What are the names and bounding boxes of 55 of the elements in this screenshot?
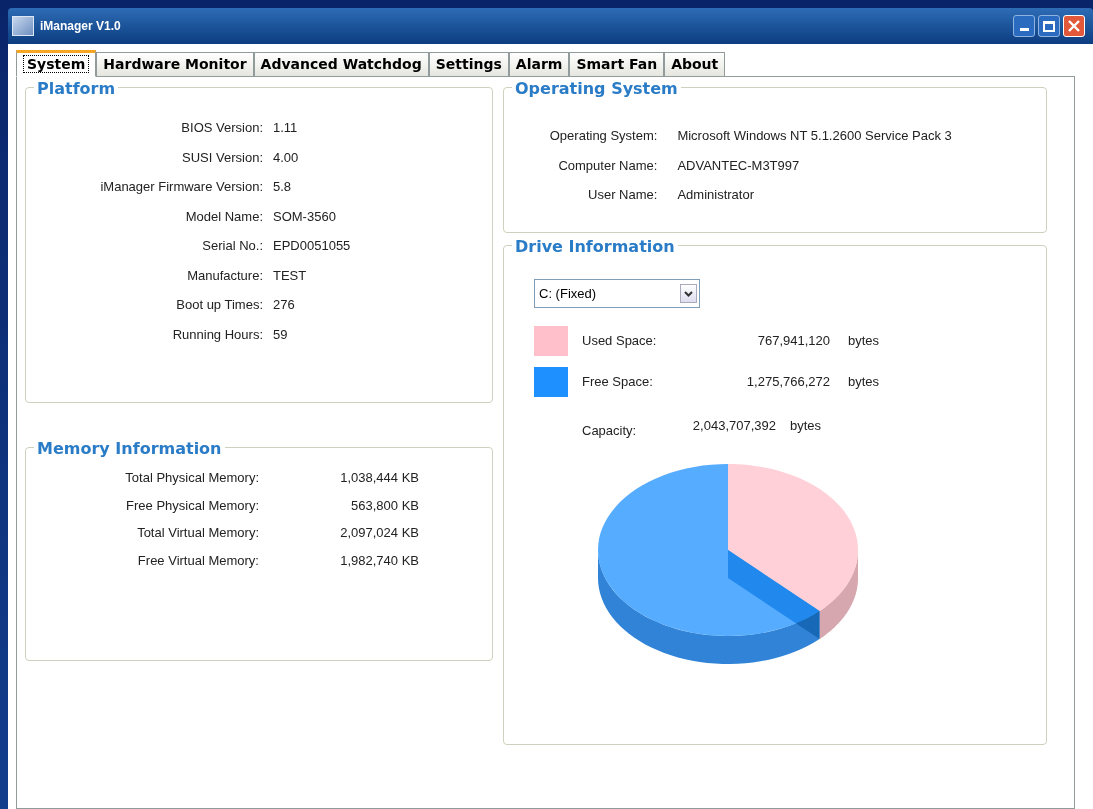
field-value: TEST <box>273 266 308 285</box>
legend-value: 1,275,766,272 <box>745 373 830 392</box>
field-label: SUSI Version: <box>181 148 263 167</box>
close-icon <box>1068 20 1080 32</box>
window-title: iManager V1.0 <box>40 18 121 35</box>
tab[interactable]: About <box>664 52 726 76</box>
unit-label: bytes <box>848 332 880 351</box>
field-label: Total Physical Memory: <box>124 469 259 487</box>
field-label: Total Virtual Memory: <box>136 524 259 542</box>
legend-label: Used Space: <box>582 332 658 351</box>
tab[interactable]: System <box>16 50 97 77</box>
field-value: 5.8 <box>273 178 293 196</box>
minimize-button[interactable] <box>1013 15 1035 37</box>
field-value: 276 <box>273 296 296 314</box>
field-value: SOM-3560 <box>273 207 337 226</box>
tab[interactable]: Smart Fan <box>569 52 665 76</box>
drive-select[interactable]: C: (Fixed) <box>534 279 700 308</box>
unit-label: bytes <box>790 417 822 435</box>
field-value: 1,038,444 KB <box>339 469 419 487</box>
field-label: Boot up Times: <box>175 296 263 314</box>
legend-value: 767,941,120 <box>756 332 830 351</box>
field-label: iManager Firmware Version: <box>99 178 263 196</box>
tab[interactable]: Alarm <box>508 52 570 76</box>
field-value: 563,800 KB <box>350 496 419 515</box>
app-icon <box>12 16 34 36</box>
field-value: 1.11 <box>273 119 299 137</box>
field-label: Model Name: <box>184 207 263 226</box>
field-value: Microsoft Windows NT 5.1.2600 Service Pack 3 <box>677 127 953 145</box>
field-value: ADVANTEC-M3T997 <box>677 156 801 175</box>
tab[interactable]: Advanced Watchdog <box>253 52 429 76</box>
field-value: 2,097,024 KB <box>339 524 419 542</box>
maximize-button[interactable] <box>1038 15 1060 37</box>
field-label: Computer Name: <box>557 156 658 175</box>
field-value: 4.00 <box>273 148 300 167</box>
maximize-icon <box>1043 20 1055 32</box>
field-value: 1,982,740 KB <box>339 551 419 570</box>
field-label: Free Virtual Memory: <box>136 551 259 570</box>
field-value: Administrator <box>677 186 755 204</box>
field-label: Running Hours: <box>171 325 263 344</box>
capacity-value: 2,043,707,392 <box>691 417 776 435</box>
field-label: Free Physical Memory: <box>125 496 259 515</box>
unit-label: bytes <box>848 373 880 392</box>
minimize-icon <box>1019 28 1029 31</box>
tab[interactable]: Hardware Monitor <box>96 52 254 76</box>
field-label: Operating System: <box>548 127 658 145</box>
close-button[interactable] <box>1063 15 1085 37</box>
field-value: 59 <box>273 325 289 344</box>
capacity-label: Capacity: <box>582 422 638 440</box>
legend-label: Free Space: <box>582 373 654 392</box>
field-label: BIOS Version: <box>180 119 263 137</box>
tab[interactable]: Settings <box>428 52 509 76</box>
field-label: Serial No.: <box>201 237 263 255</box>
field-label: Manufacture: <box>186 266 263 285</box>
field-label: User Name: <box>587 186 658 204</box>
field-value: EPD0051055 <box>273 237 352 255</box>
